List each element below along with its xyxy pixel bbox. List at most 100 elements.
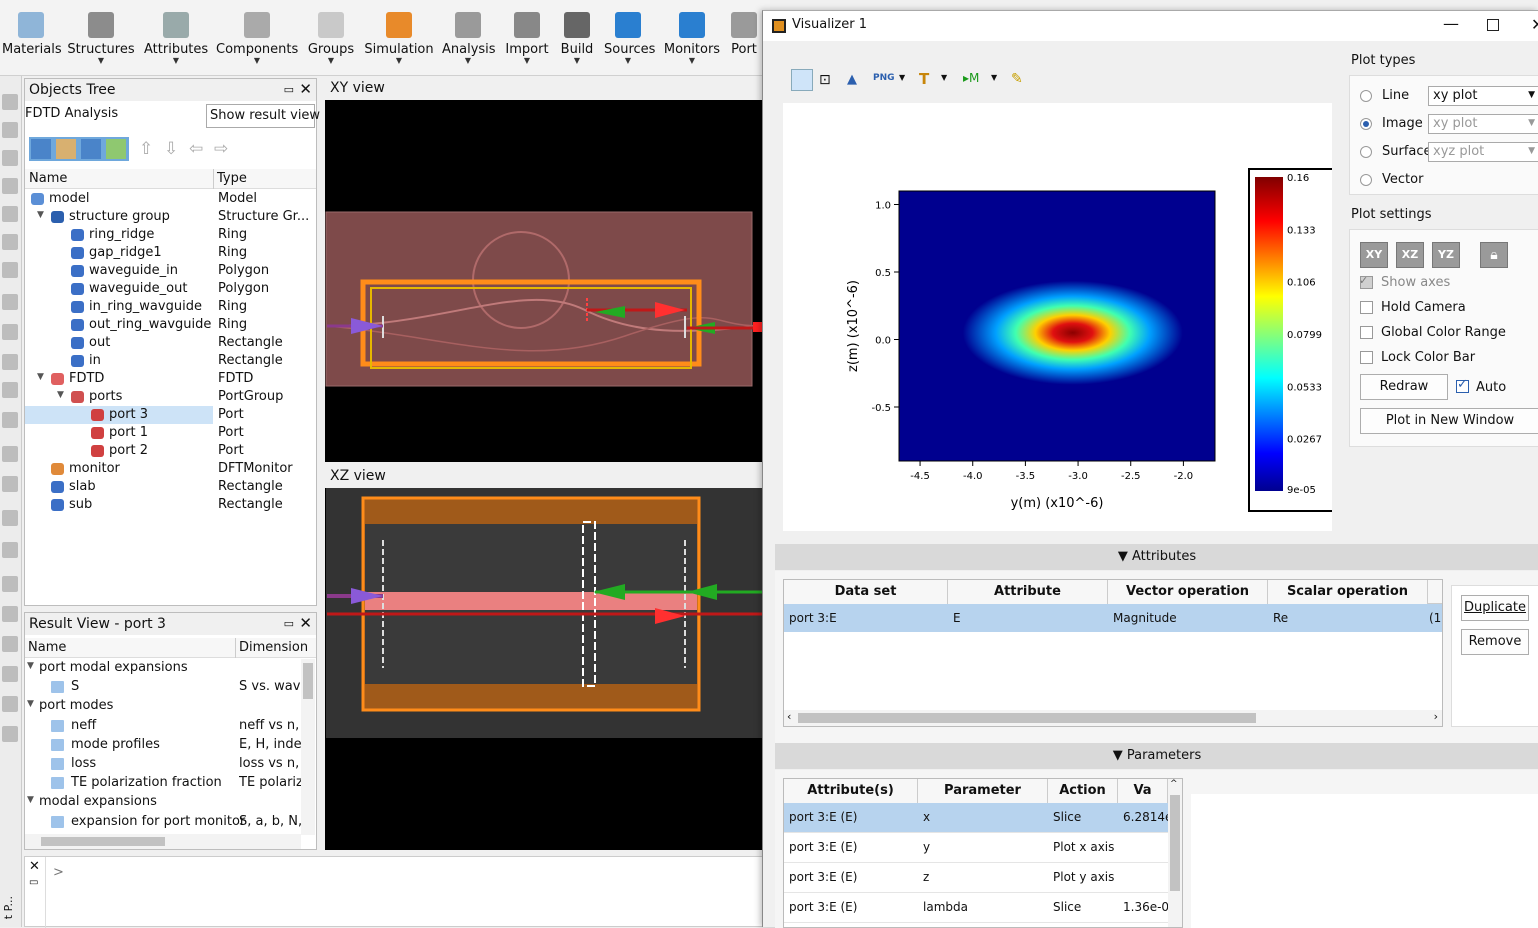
tree-row[interactable]: in xyxy=(25,352,213,370)
mountain-icon[interactable]: ▲ xyxy=(847,72,857,87)
v-scrollbar[interactable] xyxy=(301,659,315,835)
chevron-down-icon[interactable]: ▼ xyxy=(27,699,34,709)
redraw-button[interactable]: Redraw xyxy=(1360,374,1448,400)
global-color-range-checkbox[interactable] xyxy=(1360,326,1373,339)
chevron-down-icon[interactable]: ▼ xyxy=(306,57,356,65)
marker-icon[interactable]: ▸M xyxy=(963,71,979,85)
hold-camera-checkbox[interactable] xyxy=(1360,301,1373,314)
toolbar-simulation-button[interactable]: Simulation ▼ xyxy=(364,0,434,76)
tree-row[interactable]: waveguide_out xyxy=(25,280,213,298)
maximize-button[interactable] xyxy=(1487,19,1499,31)
attr-col-header[interactable]: Data set xyxy=(784,580,948,604)
param-col-header[interactable]: Action xyxy=(1048,779,1118,803)
tool-icon[interactable] xyxy=(2,294,18,310)
reorder-icon[interactable] xyxy=(81,139,101,159)
h-scrollbar[interactable]: ‹ › xyxy=(784,710,1442,726)
result-row[interactable]: S S vs. wave xyxy=(25,678,301,696)
param-row[interactable]: port 3:E (E) y Plot x axis xyxy=(784,833,1168,863)
arrow-right-icon[interactable]: ⇨ xyxy=(214,139,228,159)
zoom-box-icon[interactable]: ⊡ xyxy=(819,72,831,88)
result-row[interactable]: TE polarization fraction TE polariza xyxy=(25,774,301,792)
tree-row[interactable]: waveguide_in xyxy=(25,262,213,280)
tree-row[interactable]: slab xyxy=(25,478,213,496)
float-icon[interactable]: ▭ xyxy=(284,83,294,96)
param-col-header[interactable]: Parameter xyxy=(918,779,1048,803)
xz-canvas[interactable] xyxy=(325,488,762,850)
h-scrollbar[interactable] xyxy=(25,834,301,849)
chevron-down-icon[interactable]: ▼ xyxy=(27,795,34,805)
close-icon[interactable]: ✕ xyxy=(299,614,312,632)
plot-in-new-window-button[interactable]: Plot in New Window xyxy=(1360,408,1538,434)
zoom-icon[interactable] xyxy=(791,69,813,91)
plot-area[interactable]: -4.5 -4.0 -3.5 -3.0 -2.5 -2.0 1.0 0.5 0.0 -0.5 y(m… xyxy=(783,103,1352,531)
param-row[interactable]: port 3:E (E) lambda Slice 1.36e-06 xyxy=(784,893,1168,923)
toolbar-components-button[interactable]: Components ▼ xyxy=(216,0,298,76)
tool-icon[interactable] xyxy=(2,666,18,682)
tool-icon[interactable] xyxy=(2,178,18,194)
attr-col-header[interactable]: Scalar operation xyxy=(1268,580,1428,604)
toolbar-build-button[interactable]: Build ▼ xyxy=(560,0,594,76)
tool-icon[interactable] xyxy=(2,446,18,462)
chevron-down-icon[interactable]: ▼ xyxy=(604,57,652,65)
tree-row[interactable]: port 1 xyxy=(25,424,213,442)
plot-type-select[interactable]: xy plot ▼ xyxy=(1428,114,1538,134)
arrow-up-icon[interactable]: ⇧ xyxy=(139,139,153,159)
param-row[interactable]: port 3:E (E) x Slice 6.2814e xyxy=(784,803,1168,833)
text-icon[interactable]: T xyxy=(919,70,929,88)
group-icon[interactable] xyxy=(56,139,76,159)
close-icon[interactable]: ✕ xyxy=(299,80,312,98)
close-icon[interactable]: ✕ xyxy=(29,859,40,874)
plot-type-radio-image[interactable] xyxy=(1360,118,1372,130)
chevron-down-icon[interactable]: ▼ xyxy=(504,57,550,65)
view-yz-button[interactable]: YZ xyxy=(1432,242,1460,268)
chevron-down-icon[interactable]: ▼ xyxy=(364,57,434,65)
tree-row[interactable]: gap_ridge1 xyxy=(25,244,213,262)
attr-col-header[interactable]: Attribute xyxy=(948,580,1108,604)
attr-col-header[interactable]: Vector operation xyxy=(1108,580,1268,604)
float-icon[interactable]: ▭ xyxy=(29,877,38,888)
lock-view-icon[interactable]: 🔒︎ xyxy=(1480,242,1508,268)
plot-type-radio-vector[interactable] xyxy=(1360,174,1372,186)
chevron-down-icon[interactable]: ▼ xyxy=(991,73,997,82)
tool-icon[interactable] xyxy=(2,234,18,250)
toolbar-structures-button[interactable]: Structures ▼ xyxy=(66,0,136,76)
tree-row[interactable]: ▼ ports xyxy=(25,388,213,406)
tree-row[interactable]: sub xyxy=(25,496,213,514)
heatmap-chart[interactable]: -4.5 -4.0 -3.5 -3.0 -2.5 -2.0 1.0 0.5 0.0 -0.5 y(m… xyxy=(783,103,1352,531)
tool-icon[interactable] xyxy=(2,476,18,492)
tool-icon[interactable] xyxy=(2,636,18,652)
tree-row[interactable]: model xyxy=(25,190,213,208)
tool-icon[interactable] xyxy=(2,354,18,370)
tool-icon[interactable] xyxy=(2,262,18,278)
png-export-icon[interactable]: PNG xyxy=(873,73,895,83)
xy-canvas[interactable] xyxy=(325,100,762,462)
toolbar-attributes-button[interactable]: Attributes ▼ xyxy=(144,0,208,76)
add-structure-icon[interactable] xyxy=(31,139,51,159)
tree-row[interactable]: port 3 xyxy=(25,406,213,424)
toolbar-sources-button[interactable]: Sources ▼ xyxy=(604,0,655,76)
plot-type-select[interactable]: xy plot ▼ xyxy=(1428,86,1538,106)
tool-icon[interactable] xyxy=(2,324,18,340)
add-icon[interactable] xyxy=(106,139,126,159)
tree-row[interactable]: ring_ridge xyxy=(25,226,213,244)
chevron-down-icon[interactable]: ▼ xyxy=(37,210,44,220)
chevron-down-icon[interactable]: ▼ xyxy=(941,73,947,82)
attr-row[interactable]: port 3:E E Magnitude Re (1 xyxy=(784,604,1442,632)
arrow-left-icon[interactable]: ⇦ xyxy=(189,139,203,159)
tool-icon[interactable] xyxy=(2,122,18,138)
view-xz-button[interactable]: XZ xyxy=(1396,242,1424,268)
toolbar-import-button[interactable]: Import ▼ xyxy=(504,0,550,76)
chevron-down-icon[interactable]: ▼ xyxy=(216,57,298,65)
result-row[interactable]: ▼ modal expansions xyxy=(25,793,301,811)
xz-view[interactable]: XZ view xyxy=(325,466,762,850)
param-col-header[interactable]: Attribute(s) xyxy=(784,779,918,803)
side-tab-label[interactable]: t P... xyxy=(2,896,15,919)
tool-icon[interactable] xyxy=(2,576,18,592)
toolbar-groups-button[interactable]: Groups ▼ xyxy=(306,0,356,76)
close-button[interactable]: ✕ xyxy=(1531,15,1538,34)
v-scrollbar[interactable]: ^ xyxy=(1168,779,1182,927)
arrow-down-icon[interactable]: ⇩ xyxy=(164,139,178,159)
plot-type-radio-line[interactable] xyxy=(1360,90,1372,102)
tool-icon[interactable] xyxy=(2,206,18,222)
remove-button[interactable]: Remove xyxy=(1461,629,1529,655)
